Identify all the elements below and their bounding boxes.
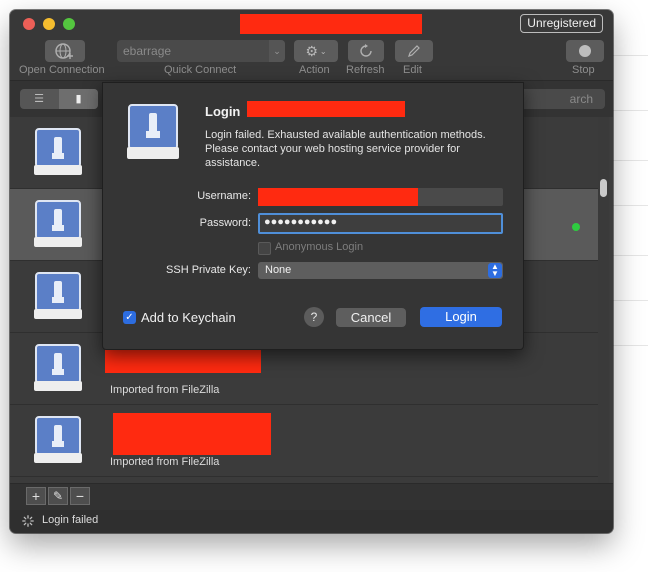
ssh-key-value: None [265, 264, 292, 276]
anonymous-login-checkbox[interactable]: Anonymous Login [258, 241, 364, 255]
close-window-button[interactable] [23, 18, 35, 30]
drive-icon [34, 416, 82, 463]
drive-icon [34, 200, 82, 247]
add-bookmark-button[interactable]: + [26, 487, 46, 505]
window-title-redacted [240, 14, 422, 34]
chevron-down-icon[interactable]: ⌄ [269, 40, 285, 62]
password-field[interactable]: ●●●●●●●●●●● [258, 213, 503, 234]
pencil-icon [408, 45, 420, 57]
drive-icon [34, 128, 82, 175]
redacted-bookmark-name [113, 413, 271, 455]
bookmark-view-icon[interactable]: ▮ [59, 89, 98, 109]
help-button[interactable]: ? [304, 307, 324, 327]
online-status-dot [572, 223, 580, 231]
scrollbar-thumb[interactable] [600, 179, 607, 197]
stop-icon [579, 45, 591, 57]
action-button[interactable]: ⚙ ⌄ [294, 40, 338, 62]
refresh-label: Refresh [346, 64, 385, 76]
redacted-host [247, 101, 405, 117]
action-label: Action [299, 64, 330, 76]
spinner-icon [22, 515, 34, 527]
edit-label: Edit [403, 64, 422, 76]
quick-connect-label: Quick Connect [164, 64, 237, 76]
outline-view-icon[interactable]: ☰ [20, 89, 58, 109]
gear-icon: ⚙ [305, 42, 318, 59]
minimize-window-button[interactable] [43, 18, 55, 30]
drive-icon [34, 272, 82, 319]
ssh-key-label: SSH Private Key: [166, 264, 251, 276]
open-connection-label: Open Connection [19, 64, 105, 76]
list-scrollbar[interactable] [598, 117, 609, 483]
globe-plus-icon [55, 43, 73, 59]
background-line [608, 160, 648, 161]
drive-icon [34, 344, 82, 391]
login-title: Login [205, 104, 240, 119]
stop-button[interactable] [566, 40, 604, 62]
username-label: Username: [197, 190, 251, 202]
password-label: Password: [199, 217, 251, 229]
drive-icon [127, 104, 179, 159]
background-line [608, 205, 648, 206]
login-error-message: Login failed. Exhausted available authen… [205, 129, 486, 169]
quick-connect-value: ebarrage [123, 44, 172, 58]
list-action-bar: + ✎ − [10, 483, 613, 510]
add-to-keychain-label: Add to Keychain [141, 310, 236, 325]
unregistered-badge[interactable]: Unregistered [520, 14, 603, 33]
delete-bookmark-button[interactable]: − [70, 487, 90, 505]
title-bar: Unregistered [10, 10, 613, 38]
refresh-icon [360, 44, 372, 57]
status-bar: Login failed [10, 510, 613, 533]
toolbar: Open Connection ebarrage ⌄ Quick Connect… [10, 38, 613, 81]
background-line [608, 300, 648, 301]
bookmark-subtitle: Imported from FileZilla [110, 384, 220, 396]
ssh-key-select[interactable]: None ▲ ▼ [258, 262, 503, 279]
background-line [608, 55, 648, 56]
add-to-keychain-checkbox[interactable]: ✓ Add to Keychain [123, 310, 236, 325]
chevron-down-icon: ⌄ [319, 46, 327, 56]
checkmark-icon: ✓ [123, 311, 136, 324]
list-item[interactable]: Imported from FileZilla [10, 405, 598, 477]
password-mask: ●●●●●●●●●●● [264, 216, 338, 228]
checkbox-box [258, 242, 271, 255]
open-connection-button[interactable] [45, 40, 85, 62]
redacted-username [258, 188, 418, 206]
refresh-button[interactable] [348, 40, 384, 62]
zoom-window-button[interactable] [63, 18, 75, 30]
background-line [608, 345, 648, 346]
login-dialog: Login Login failed. Exhausted available … [102, 82, 524, 350]
username-field[interactable] [258, 188, 503, 206]
quick-connect-field[interactable]: ebarrage ⌄ [117, 40, 285, 62]
stop-label: Stop [572, 64, 595, 76]
login-title-text: Login [205, 104, 241, 119]
bookmark-subtitle: Imported from FileZilla [110, 456, 220, 468]
edit-bookmark-button[interactable]: ✎ [48, 487, 68, 505]
cancel-button[interactable]: Cancel [336, 308, 406, 327]
status-text: Login failed [42, 514, 99, 526]
anonymous-login-label: Anonymous Login [275, 241, 364, 253]
edit-button[interactable] [395, 40, 433, 62]
background-line [608, 110, 648, 111]
chevron-updown-icon: ▲ ▼ [488, 263, 502, 278]
view-mode-segmented-control: ☰ ▮ [20, 89, 98, 109]
login-button[interactable]: Login [420, 307, 502, 327]
background-line [608, 255, 648, 256]
